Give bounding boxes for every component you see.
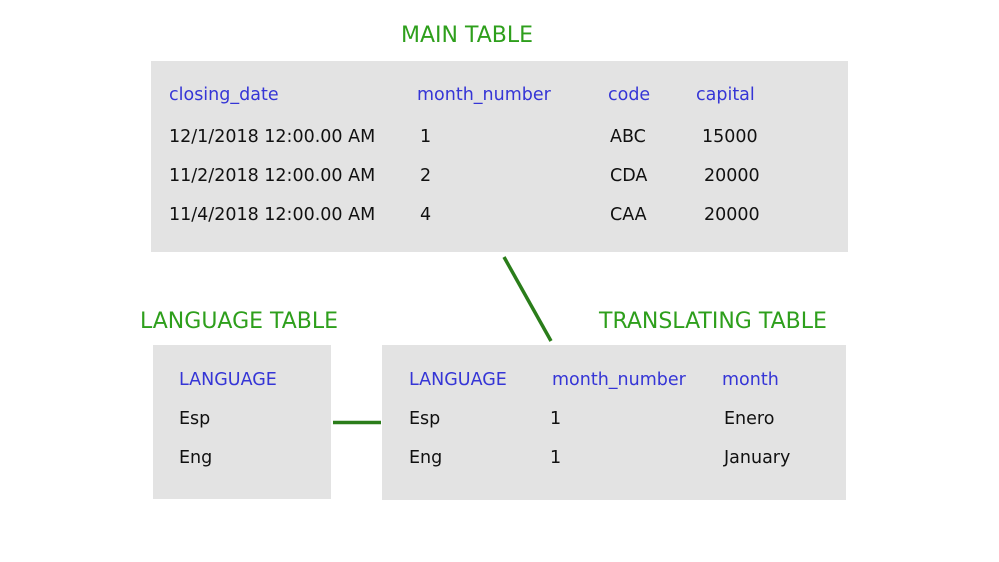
cell-language: Esp — [179, 409, 211, 429]
cell-month-number: 1 — [550, 409, 562, 429]
column-header-closing-date: closing_date — [169, 85, 279, 105]
cell-month-number: 2 — [420, 166, 432, 186]
column-header-month-number: month_number — [417, 85, 551, 105]
column-header-language: LANGUAGE — [409, 370, 507, 390]
column-header-month-number: month_number — [552, 370, 686, 390]
cell-capital: 15000 — [702, 127, 758, 147]
language-table-title: LANGUAGE TABLE — [140, 309, 339, 334]
cell-language: Eng — [179, 448, 213, 468]
cell-capital: 20000 — [704, 166, 760, 186]
cell-code: CDA — [610, 166, 648, 186]
cell-capital: 20000 — [704, 205, 760, 225]
column-header-capital: capital — [696, 85, 755, 105]
cell-closing-date: 12/1/2018 12:00.00 AM — [169, 127, 376, 147]
column-header-code: code — [608, 85, 651, 105]
column-header-month: month — [722, 370, 779, 390]
cell-month-number: 1 — [420, 127, 432, 147]
cell-language: Eng — [409, 448, 443, 468]
cell-month-number: 4 — [420, 205, 432, 225]
cell-month: January — [724, 448, 791, 468]
cell-language: Esp — [409, 409, 441, 429]
main-table: closing_date month_number code capital 1… — [151, 61, 848, 252]
column-header-language: LANGUAGE — [179, 370, 277, 390]
language-table: LANGUAGE Esp Eng — [153, 345, 331, 499]
connector-main-to-translating — [502, 256, 553, 342]
translating-table-title: TRANSLATING TABLE — [599, 309, 827, 334]
cell-closing-date: 11/4/2018 12:00.00 AM — [169, 205, 376, 225]
main-table-title: MAIN TABLE — [401, 23, 533, 48]
cell-closing-date: 11/2/2018 12:00.00 AM — [169, 166, 376, 186]
cell-month: Enero — [724, 409, 775, 429]
cell-month-number: 1 — [550, 448, 562, 468]
cell-code: CAA — [610, 205, 647, 225]
cell-code: ABC — [610, 127, 646, 147]
translating-table: LANGUAGE month_number month Esp 1 Enero … — [382, 345, 846, 500]
